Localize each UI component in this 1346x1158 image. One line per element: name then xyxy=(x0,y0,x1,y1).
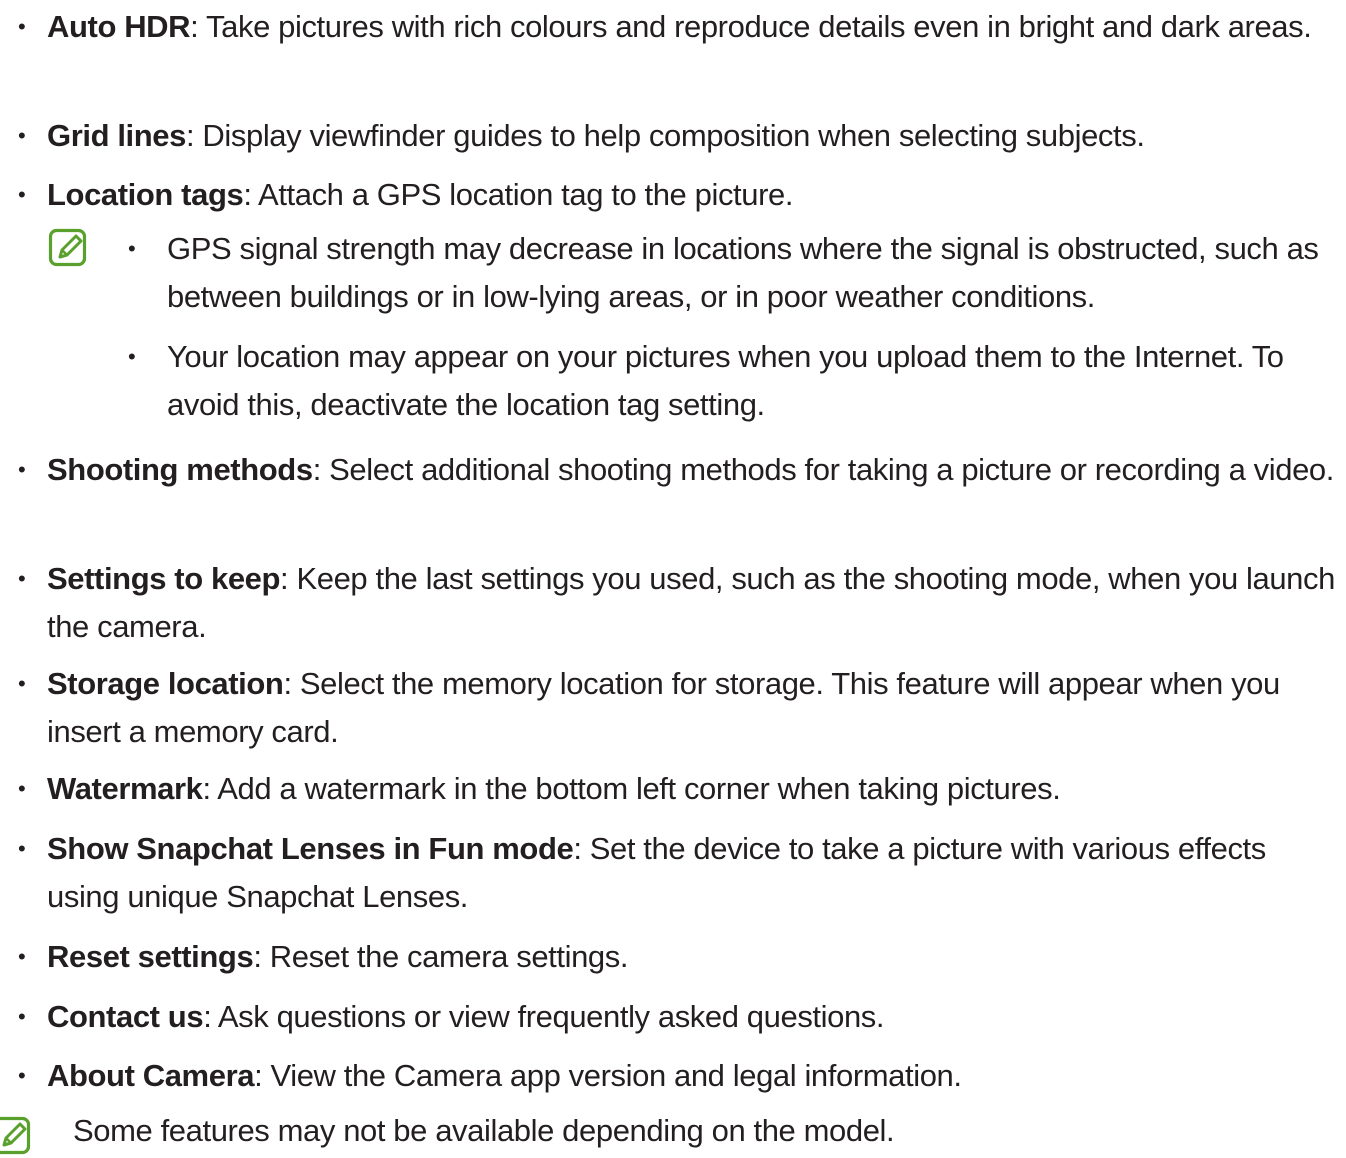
bullet: • xyxy=(18,123,26,148)
bullet: • xyxy=(18,457,26,482)
bullet: • xyxy=(18,671,26,696)
term-label: Storage location xyxy=(47,666,284,701)
term-description: : Attach a GPS location tag to the pictu… xyxy=(243,177,794,212)
bullet: • xyxy=(18,182,26,207)
footer-note: Some features may not be available depen… xyxy=(73,1113,895,1148)
term-description: : View the Camera app version and legal … xyxy=(254,1058,962,1093)
term-label: Auto HDR xyxy=(47,9,191,44)
location-note-text: Your location may appear on your picture… xyxy=(167,339,1284,422)
list-item-text: Storage location: Select the memory loca… xyxy=(47,660,1337,756)
bullet: • xyxy=(128,236,136,261)
term-description: : Ask questions or view frequently asked… xyxy=(203,999,885,1034)
term-description: : Select additional shooting methods for… xyxy=(312,452,1335,487)
list-item-text: Show Snapchat Lenses in Fun mode: Set th… xyxy=(47,825,1337,921)
term-label: Show Snapchat Lenses in Fun mode xyxy=(47,831,574,866)
term-label: Grid lines xyxy=(47,118,186,153)
note-pencil-icon xyxy=(48,228,87,267)
term-label: About Camera xyxy=(47,1058,255,1093)
term-description: : Display viewfinder guides to help comp… xyxy=(185,118,1145,153)
list-item-text: Shooting methods: Select additional shoo… xyxy=(47,446,1337,494)
bullet: • xyxy=(128,344,136,369)
term-description: : Add a watermark in the bottom left cor… xyxy=(202,771,1061,806)
term-description: : Take pictures with rich colours and re… xyxy=(190,9,1312,44)
list-item-text: Contact us: Ask questions or view freque… xyxy=(47,993,1337,1041)
list-item-text: Grid lines: Display viewfinder guides to… xyxy=(47,112,1337,160)
bullet: • xyxy=(18,14,26,39)
bullet: • xyxy=(18,944,26,969)
list-item-text: Reset settings: Reset the camera setting… xyxy=(47,933,1337,981)
term-label: Location tags xyxy=(47,177,244,212)
list-item-text: Auto HDR: Take pictures with rich colour… xyxy=(47,3,1337,51)
location-note-text: GPS signal strength may decrease in loca… xyxy=(167,231,1319,314)
term-label: Watermark xyxy=(47,771,203,806)
list-item-text: Watermark: Add a watermark in the bottom… xyxy=(47,765,1337,813)
note-pencil-icon xyxy=(0,1116,31,1155)
term-label: Shooting methods xyxy=(47,452,313,487)
list-item-text: Settings to keep: Keep the last settings… xyxy=(47,555,1337,651)
term-label: Reset settings xyxy=(47,939,254,974)
list-item-text: Location tags: Attach a GPS location tag… xyxy=(47,171,1337,219)
bullet: • xyxy=(18,1063,26,1088)
term-description: : Reset the camera settings. xyxy=(253,939,629,974)
term-label: Settings to keep xyxy=(47,561,281,596)
term-label: Contact us xyxy=(47,999,204,1034)
bullet: • xyxy=(18,1004,26,1029)
bullet: • xyxy=(18,776,26,801)
bullet: • xyxy=(18,566,26,591)
bullet: • xyxy=(18,836,26,861)
list-item-text: About Camera: View the Camera app versio… xyxy=(47,1052,1337,1100)
settings-document: • Auto HDR: Take pictures with rich colo… xyxy=(0,0,1346,1158)
